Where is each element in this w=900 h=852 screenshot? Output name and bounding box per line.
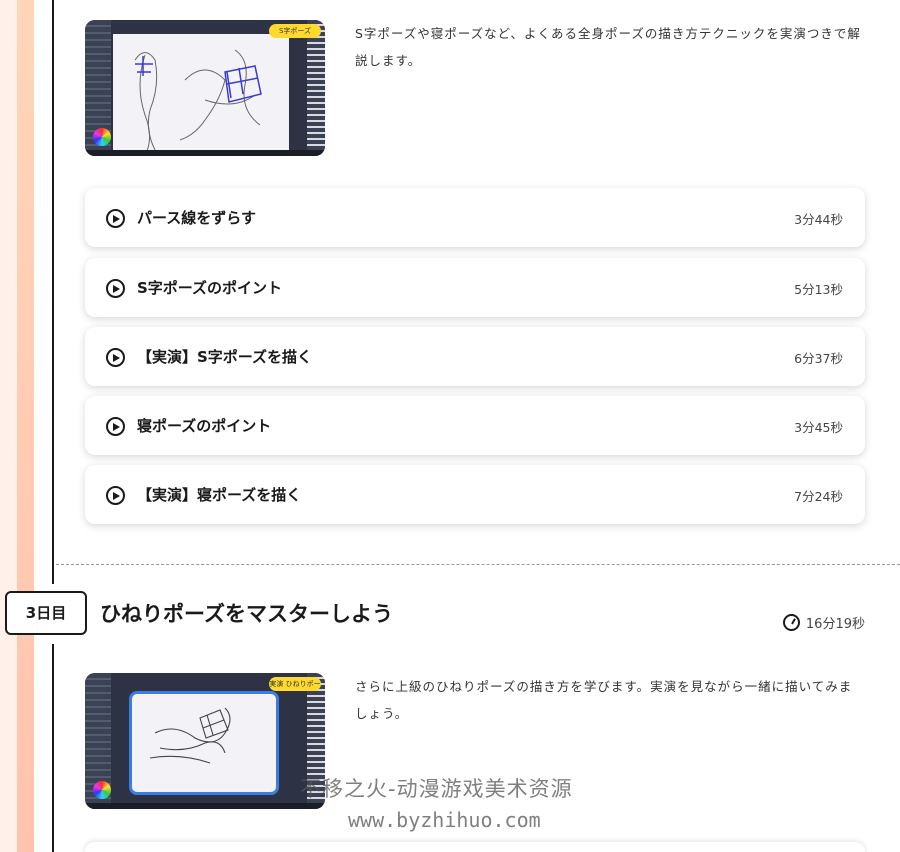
video-thumbnail-day3[interactable]: 実演 ひねりポーズ: [85, 673, 325, 809]
section-description: S字ポーズや寝ポーズなど、よくある全身ポーズの描き方テクニックを実演つきで解説し…: [355, 26, 861, 68]
lesson-duration: 5分13秒: [794, 282, 843, 297]
lesson-item[interactable]: 【実演】寝ポーズを描く 7分24秒: [85, 465, 865, 524]
section-total-duration: 16分19秒: [782, 613, 865, 632]
timeline-line: [52, 0, 54, 852]
lesson-item[interactable]: S字ポーズのポイント 5分13秒: [85, 258, 865, 317]
lesson-duration: 6分37秒: [794, 351, 843, 366]
play-circle-icon: [106, 417, 125, 436]
decorative-stripe-peach: [17, 0, 34, 852]
lesson-item[interactable]: [85, 842, 865, 852]
lesson-title: 【実演】寝ポーズを描く: [137, 486, 302, 504]
color-wheel-icon: [93, 781, 111, 799]
color-wheel-icon: [93, 128, 111, 146]
lesson-item[interactable]: 【実演】S字ポーズを描く 6分37秒: [85, 327, 865, 386]
section-title: ひねりポーズをマスターしよう: [100, 602, 393, 626]
section-divider: [56, 564, 900, 565]
thumbnail-taskbar: [85, 803, 325, 809]
play-circle-icon: [106, 279, 125, 298]
lesson-title: 寝ポーズのポイント: [137, 417, 272, 435]
lesson-duration: 7分24秒: [794, 489, 843, 504]
sketch-drawing: [134, 49, 262, 152]
lesson-title: 【実演】S字ポーズを描く: [137, 348, 313, 366]
decorative-stripe-pink: [0, 0, 17, 852]
lesson-item[interactable]: パース線をずらす 3分44秒: [85, 188, 865, 247]
thumbnail-badge: S字ポーズ: [269, 24, 321, 38]
thumbnail-taskbar: [85, 150, 325, 156]
lesson-duration: 3分45秒: [794, 420, 843, 435]
lesson-title: S字ポーズのポイント: [137, 279, 283, 297]
lesson-item[interactable]: 寝ポーズのポイント 3分45秒: [85, 396, 865, 455]
lesson-title: パース線をずらす: [137, 209, 256, 227]
lesson-duration: 3分44秒: [794, 212, 843, 227]
clock-icon: [782, 614, 800, 631]
thumbnail-badge: 実演 ひねりポーズ: [269, 677, 321, 702]
sketch-drawing: [149, 707, 231, 764]
total-duration-text: 16分19秒: [805, 617, 865, 632]
play-circle-icon: [106, 486, 125, 505]
play-circle-icon: [106, 209, 125, 228]
day-badge: 3日目: [5, 591, 87, 635]
watermark-text: 不移之火-动漫游戏美术资源: [300, 777, 573, 801]
watermark-url: www.byzhihuo.com: [348, 808, 541, 832]
play-circle-icon: [106, 348, 125, 367]
section-description: さらに上級のひねりポーズの描き方を学びます。実演を見ながら一緒に描いてみましょう…: [355, 679, 853, 721]
video-thumbnail-day2[interactable]: S字ポーズ: [85, 20, 325, 156]
